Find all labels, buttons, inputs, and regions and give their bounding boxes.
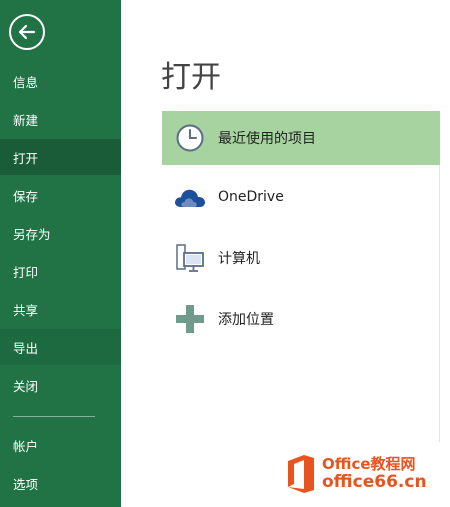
nav-item-label: 选项: [13, 476, 39, 492]
site-watermark: Office教程网 office66.cn: [284, 447, 442, 501]
page-title: 打开: [161, 60, 221, 95]
watermark-title: Office教程网: [322, 455, 416, 474]
place-add-location[interactable]: 添加位置: [162, 292, 440, 346]
nav-item-label: 共享: [13, 302, 39, 318]
nav-item-print[interactable]: 打印: [0, 253, 121, 289]
watermark-url: office66.cn: [322, 471, 427, 492]
computer-icon: [162, 231, 218, 285]
nav-item-export[interactable]: 导出: [0, 329, 121, 365]
place-recent[interactable]: 最近使用的项目: [162, 111, 440, 165]
plus-icon: [162, 292, 218, 346]
nav-item-options[interactable]: 选项: [0, 465, 121, 501]
nav-item-label: 信息: [13, 74, 39, 90]
place-label: 计算机: [218, 251, 260, 267]
back-button[interactable]: [9, 14, 45, 50]
nav-item-save-as[interactable]: 另存为: [0, 215, 121, 251]
nav-item-label: 帐户: [13, 438, 39, 454]
nav-item-save[interactable]: 保存: [0, 177, 121, 213]
nav-item-label: 新建: [13, 112, 39, 128]
back-arrow-icon: [18, 24, 36, 40]
place-label: 最近使用的项目: [218, 131, 316, 147]
nav-item-label: 保存: [13, 188, 39, 204]
nav-item-label: 导出: [13, 340, 39, 356]
nav-item-label: 打开: [13, 150, 39, 166]
nav-item-share[interactable]: 共享: [0, 291, 121, 327]
clock-icon: [162, 111, 218, 165]
nav-item-close[interactable]: 关闭: [0, 367, 121, 403]
office-logo-icon: [288, 455, 314, 493]
nav-item-new[interactable]: 新建: [0, 101, 121, 137]
place-onedrive[interactable]: OneDrive: [162, 170, 440, 224]
nav-item-label: 关闭: [13, 378, 39, 394]
nav-item-open[interactable]: 打开: [0, 139, 121, 175]
nav-divider: [13, 416, 95, 417]
place-label: 添加位置: [218, 312, 274, 328]
backstage-nav: 信息 新建 打开 保存 另存为 打印 共享 导出 关闭 帐户 选项: [0, 0, 121, 507]
nav-item-label: 打印: [13, 264, 39, 280]
onedrive-cloud-icon: [162, 170, 218, 224]
nav-item-label: 另存为: [13, 226, 51, 242]
nav-item-info[interactable]: 信息: [0, 63, 121, 99]
nav-item-account[interactable]: 帐户: [0, 427, 121, 463]
place-label: OneDrive: [218, 189, 284, 205]
place-computer[interactable]: 计算机: [162, 231, 440, 285]
